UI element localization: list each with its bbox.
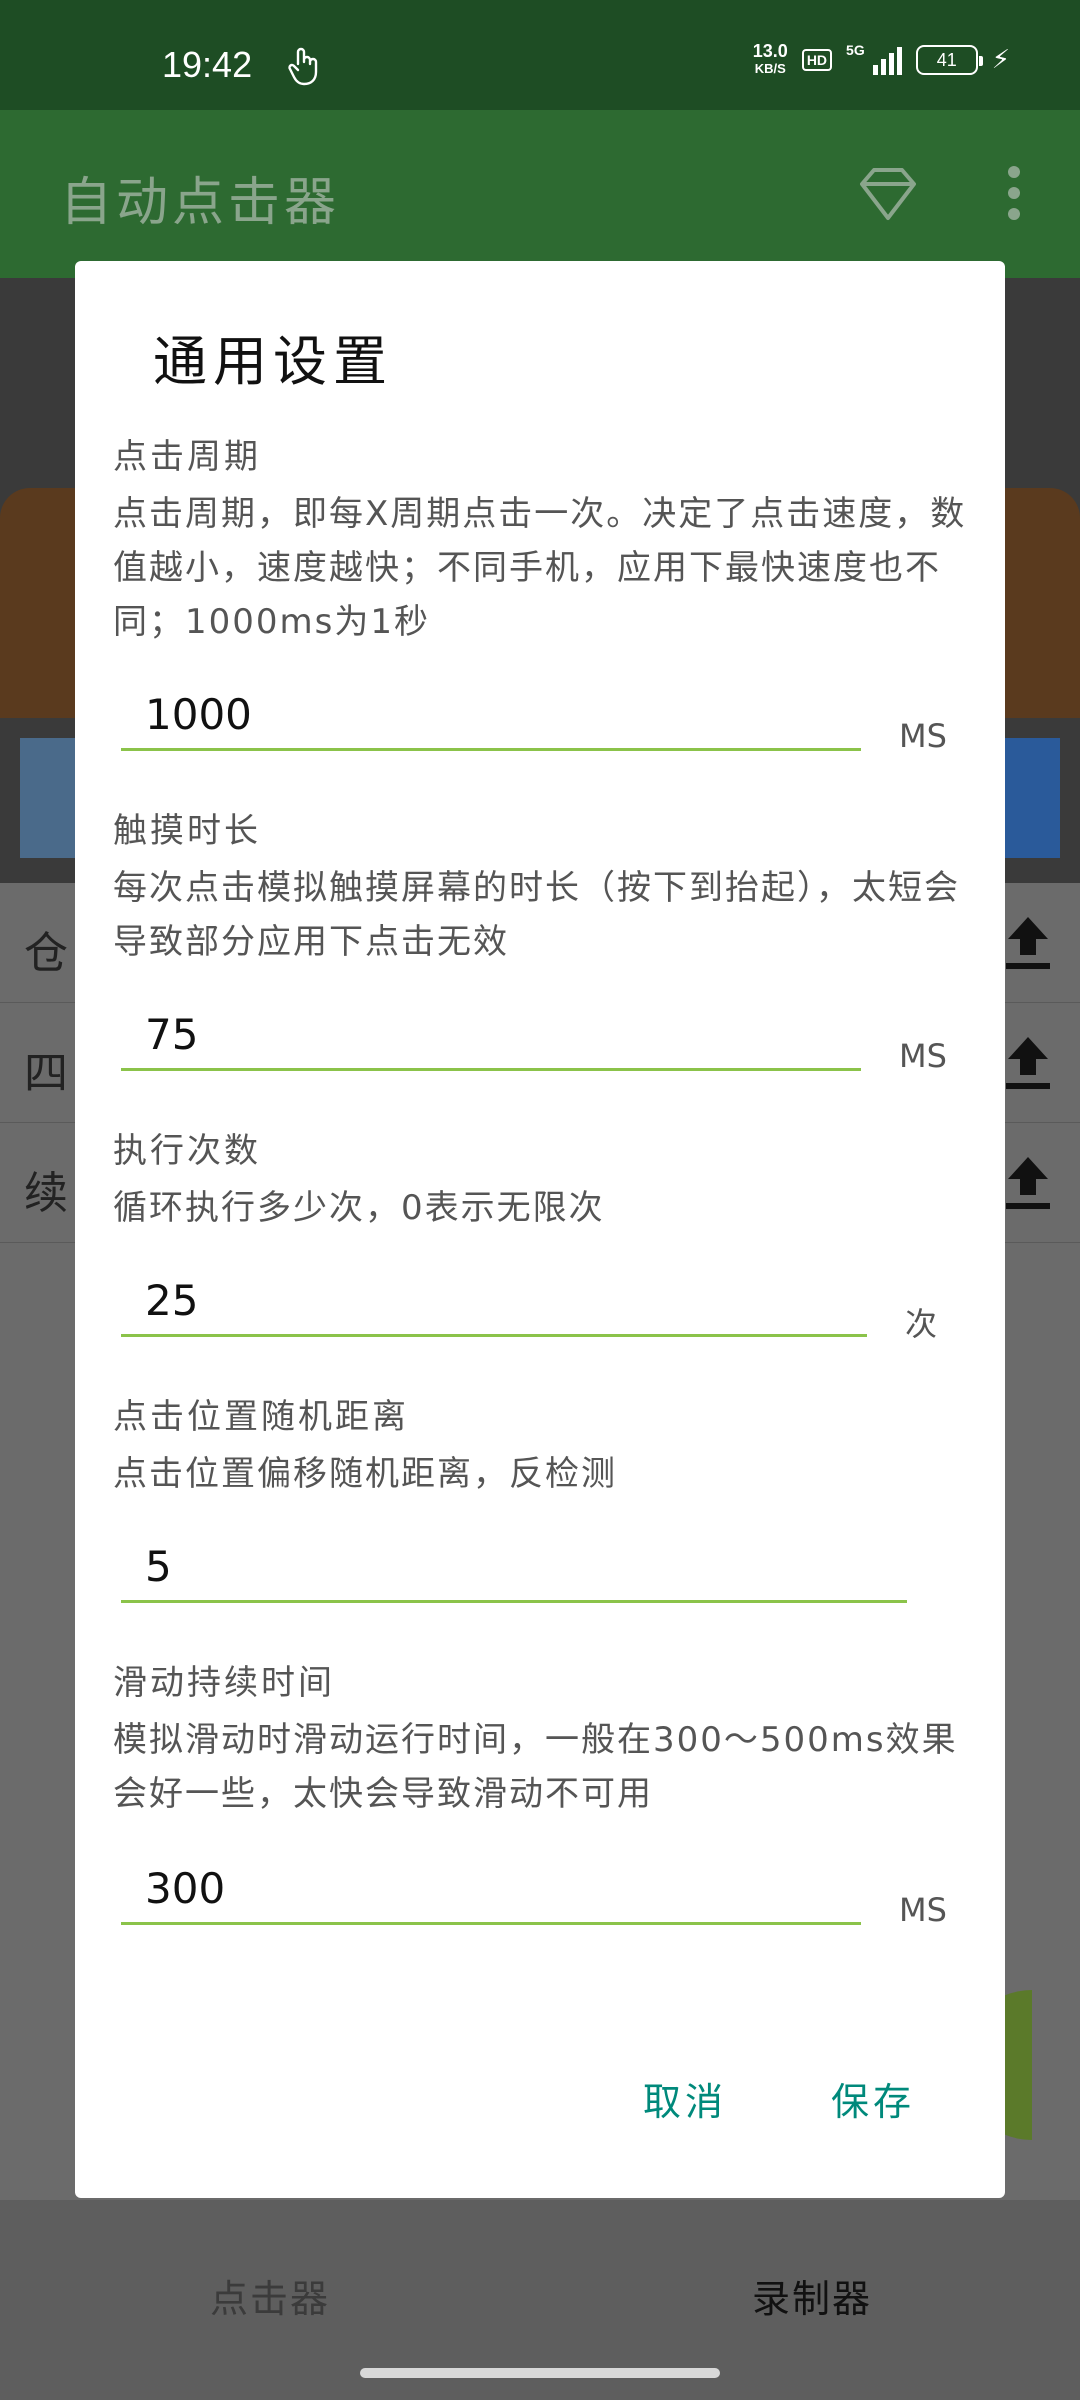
setting-execution-count: 执行次数 循环执行多少次，0表示无限次 [113, 1127, 973, 1235]
setting-label: 触摸时长 [113, 811, 261, 851]
cancel-button[interactable]: 取消 [643, 2071, 727, 2126]
setting-touch-duration: 触摸时长 每次点击模拟触摸屏幕的时长（按下到抬起），太短会导致部分应用下点击无效 [113, 807, 973, 969]
signal-icon [872, 45, 902, 75]
setting-description: 点击位置偏移随机距离，反检测 [113, 1454, 617, 1494]
network-type: 5G [846, 42, 865, 58]
dialog-title: 通用设置 [153, 330, 393, 393]
app-bar: 自动点击器 [0, 110, 1080, 278]
setting-label: 点击位置随机距离 [113, 1397, 409, 1437]
setting-description: 循环执行多少次，0表示无限次 [113, 1188, 605, 1228]
random-offset-field-row [121, 1533, 907, 1603]
more-vert-icon[interactable] [1004, 166, 1024, 226]
network-speed: 13.0 KB/S [752, 41, 788, 76]
setting-label: 滑动持续时间 [113, 1663, 335, 1703]
click-period-field-row [121, 681, 861, 751]
setting-random-offset: 点击位置随机距离 点击位置偏移随机距离，反检测 [113, 1393, 973, 1501]
upload-icon[interactable] [1000, 1031, 1056, 1095]
execution-count-input[interactable] [121, 1267, 867, 1337]
setting-click-period: 点击周期 点击周期，即每X周期点击一次。决定了点击速度，数值越小，速度越快；不同… [113, 433, 973, 649]
diamond-icon[interactable] [858, 166, 918, 222]
touch-gesture-icon [288, 47, 318, 86]
execution-count-unit: 次 [905, 1305, 938, 1343]
setting-label: 执行次数 [113, 1131, 261, 1171]
click-period-input[interactable] [121, 681, 861, 751]
charging-icon: ⚡ [991, 45, 1010, 75]
status-bar: 19:42 13.0 KB/S HD 5G 41 ⚡ [0, 0, 1080, 110]
nav-recorder[interactable]: 录制器 [752, 2268, 872, 2323]
click-period-unit: MS [899, 717, 947, 755]
touch-duration-unit: MS [899, 1037, 947, 1075]
general-settings-dialog: 通用设置 点击周期 点击周期，即每X周期点击一次。决定了点击速度，数值越小，速度… [75, 261, 1005, 2198]
hd-badge: HD [801, 49, 833, 71]
random-offset-input[interactable] [121, 1533, 907, 1603]
touch-duration-field-row [121, 1001, 861, 1071]
touch-duration-input[interactable] [121, 1001, 861, 1071]
bottom-nav: 点击器 录制器 [0, 2200, 1080, 2400]
setting-description: 每次点击模拟触摸屏幕的时长（按下到抬起），太短会导致部分应用下点击无效 [113, 868, 960, 962]
status-time: 19:42 [162, 44, 253, 85]
home-indicator[interactable] [360, 2368, 720, 2378]
setting-label: 点击周期 [113, 437, 261, 477]
setting-description: 模拟滑动时滑动运行时间，一般在300～500ms效果会好一些，太快会导致滑动不可… [113, 1720, 958, 1814]
app-title: 自动点击器 [60, 173, 341, 233]
execution-count-field-row [121, 1267, 867, 1337]
setting-swipe-duration: 滑动持续时间 模拟滑动时滑动运行时间，一般在300～500ms效果会好一些，太快… [113, 1659, 973, 1821]
battery-icon: 41 [915, 45, 983, 75]
status-indicators: 13.0 KB/S HD 5G 41 ⚡ [753, 42, 1010, 78]
nav-clicker[interactable]: 点击器 [210, 2268, 330, 2323]
setting-description: 点击周期，即每X周期点击一次。决定了点击速度，数值越小，速度越快；不同手机，应用… [113, 494, 967, 642]
swipe-duration-input[interactable] [121, 1855, 861, 1925]
upload-icon[interactable] [1000, 1151, 1056, 1215]
upload-icon[interactable] [1000, 911, 1056, 975]
swipe-duration-unit: MS [899, 1891, 947, 1929]
save-button[interactable]: 保存 [831, 2071, 915, 2126]
swipe-duration-field-row [121, 1855, 861, 1925]
